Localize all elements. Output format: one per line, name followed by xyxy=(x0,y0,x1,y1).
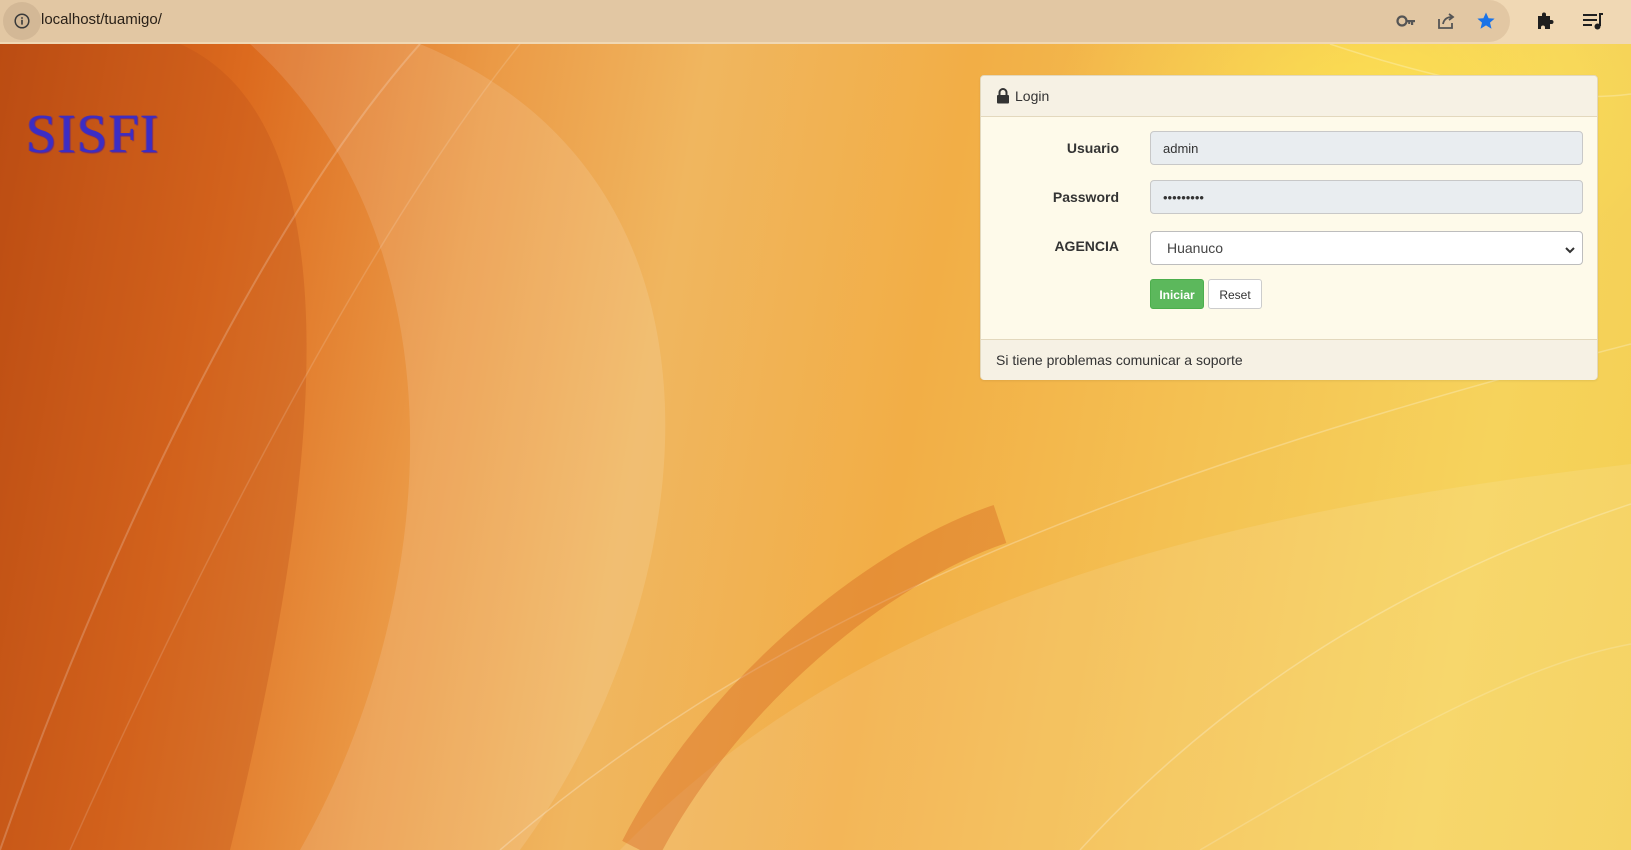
share-icon[interactable] xyxy=(1434,9,1458,33)
usuario-label: Usuario xyxy=(1066,140,1119,156)
password-label: Password xyxy=(1052,189,1119,205)
login-panel-heading: Login xyxy=(981,76,1597,117)
address-bar[interactable]: localhost/tuamigo/ xyxy=(0,0,1510,42)
login-title: Login xyxy=(1015,88,1050,104)
usuario-input[interactable] xyxy=(1150,131,1583,165)
url-text[interactable]: localhost/tuamigo/ xyxy=(41,11,162,28)
iniciar-button[interactable]: Iniciar xyxy=(1150,279,1204,309)
chevron-down-icon xyxy=(1564,243,1576,255)
reset-button[interactable]: Reset xyxy=(1208,279,1262,309)
extensions-icon[interactable] xyxy=(1533,9,1557,33)
lock-icon xyxy=(996,88,1010,104)
browser-toolbar: localhost/tuamigo/ xyxy=(0,0,1631,44)
login-panel: Login Usuario Password AGENCIA Huanuco I… xyxy=(980,75,1598,380)
info-icon[interactable] xyxy=(3,2,41,40)
reading-list-icon[interactable] xyxy=(1581,9,1605,33)
key-icon[interactable] xyxy=(1394,9,1418,33)
page-background: SISFI Login Usuario Password AGENCIA Hua… xyxy=(0,44,1631,850)
agencia-select[interactable]: Huanuco xyxy=(1150,231,1583,265)
sisfi-logo: SISFI xyxy=(26,103,160,164)
agencia-selected-value: Huanuco xyxy=(1167,240,1224,256)
password-input[interactable] xyxy=(1150,180,1583,214)
login-panel-footer: Si tiene problemas comunicar a soporte xyxy=(981,339,1597,380)
support-message: Si tiene problemas comunicar a soporte xyxy=(996,352,1243,368)
star-icon[interactable] xyxy=(1474,9,1498,33)
agencia-label: AGENCIA xyxy=(1054,238,1119,254)
